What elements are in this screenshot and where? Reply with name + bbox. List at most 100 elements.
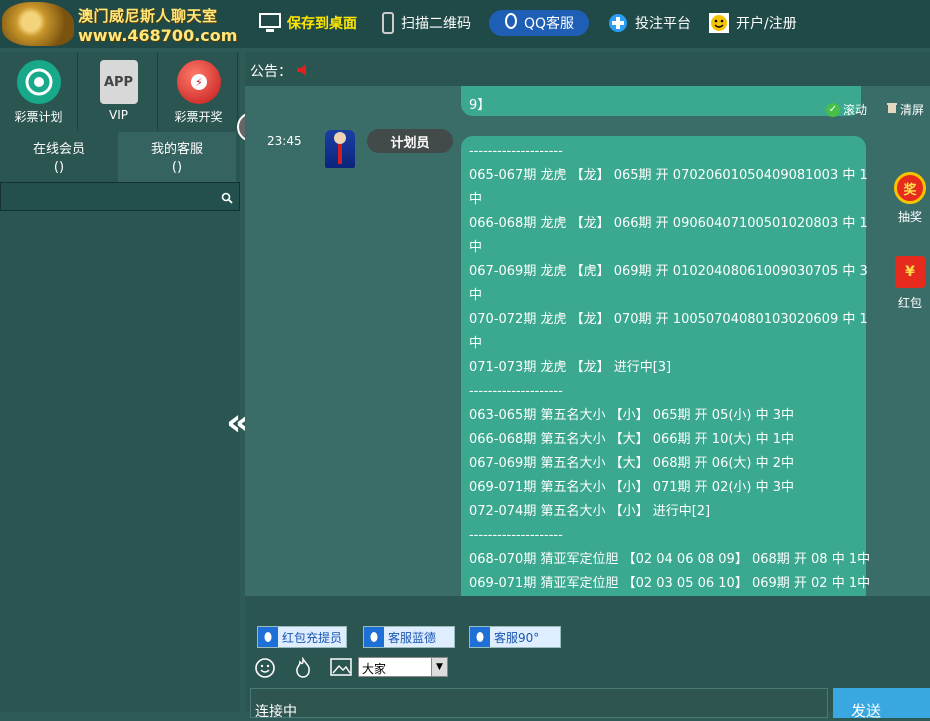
nav-register-label: 开户/注册 xyxy=(736,16,797,32)
message-line: 066-068期 龙虎 【龙】 066期 开 09060407100501020… xyxy=(469,216,868,231)
message-line: -------------------- xyxy=(469,144,563,159)
image-icon[interactable] xyxy=(330,657,352,681)
scroll-label: 滚动 xyxy=(843,103,868,117)
tab-my-service-label: 我的客服 xyxy=(150,142,203,157)
tile-vip-label: VIP xyxy=(109,108,128,122)
nav-scan-qr[interactable]: 扫描二维码 xyxy=(381,10,471,36)
sender-name[interactable]: 计划员 xyxy=(367,129,453,153)
message-line: -------------------- xyxy=(469,384,563,399)
tile-lottery-plan[interactable]: 彩票计划 xyxy=(0,52,78,130)
message-line: -------------------- xyxy=(469,528,563,543)
clear-label: 清屏 xyxy=(900,103,925,117)
message-line: 中 xyxy=(469,192,483,207)
message-line: 中 xyxy=(469,288,483,303)
message-line: 中 xyxy=(469,336,483,351)
svg-text:⚡: ⚡ xyxy=(195,76,203,89)
member-list xyxy=(0,212,240,712)
message-line: 066-068期 第五名大小 【大】 066期 开 10(大) 中 1中 xyxy=(469,432,795,447)
left-panel: 彩票计划 APP VIP ⚡ 彩票开奖 在线会员 () 我的客服 () xyxy=(0,52,240,712)
message-time: 23:45 xyxy=(267,134,302,148)
lottery-plan-icon xyxy=(16,60,61,104)
clear-screen-button[interactable]: 清屏 xyxy=(886,101,924,118)
nav-betting-label: 投注平台 xyxy=(635,16,691,32)
message-line: 063-065期 第五名大小 【小】 065期 开 05(小) 中 3中 xyxy=(469,408,795,423)
phone-icon xyxy=(381,12,395,34)
smiley-icon xyxy=(708,12,730,34)
message-line: 065-067期 龙虎 【龙】 065期 开 07020601050409081… xyxy=(469,168,868,183)
nav-save-label: 保存到桌面 xyxy=(287,16,357,32)
scroll-toggle[interactable]: ✓ 滚动 xyxy=(826,101,867,118)
red-envelope-icon: ¥ xyxy=(895,256,925,288)
feature-tiles: 彩票计划 APP VIP ⚡ 彩票开奖 xyxy=(0,52,240,130)
side-red-envelope-label: 红包 xyxy=(897,296,922,310)
chevron-down-icon: ▼ xyxy=(431,658,447,676)
message-line: 070-072期 龙虎 【龙】 070期 开 10050704080103020… xyxy=(469,312,868,327)
message-line: 071-073期 龙虎 【龙】 进行中[3] xyxy=(469,360,672,375)
message-line: 中 xyxy=(469,240,483,255)
logo-title: 澳门威尼斯人聊天室 xyxy=(78,7,218,25)
site-logo[interactable]: 澳门威尼斯人聊天室 www.468700.com xyxy=(0,0,240,48)
channel-select-value: 大家 xyxy=(362,662,387,676)
service-button-3-label: 客服90° xyxy=(494,630,540,645)
tab-online-members[interactable]: 在线会员 () xyxy=(0,132,118,182)
nav-qq-service[interactable]: QQ客服 xyxy=(489,10,589,36)
my-service-count: () xyxy=(171,160,183,175)
service-button-2-label: 客服蓝德 xyxy=(388,630,437,645)
tile-vip[interactable]: APP VIP xyxy=(80,52,158,130)
service-button-1-label: 红包充提员 xyxy=(282,630,343,645)
message-line: 069-071期 第五名大小 【小】 071期 开 02(小) 中 3中 xyxy=(469,480,795,495)
previous-message-bubble: 9】 xyxy=(461,86,861,116)
tab-my-service[interactable]: 我的客服 () xyxy=(118,132,236,182)
qq-icon xyxy=(364,627,384,647)
message-line: 067-069期 第五名大小 【大】 068期 开 06(大) 中 2中 xyxy=(469,456,795,471)
nav-betting-platform[interactable]: 投注平台 xyxy=(607,10,691,36)
tile-lottery-draw[interactable]: ⚡ 彩票开奖 xyxy=(160,52,238,130)
qq-icon xyxy=(258,627,278,647)
message-line: 067-069期 龙虎 【虎】 069期 开 01020408061009030… xyxy=(469,264,868,279)
send-button-label: 发送 xyxy=(851,702,882,720)
monitor-icon xyxy=(259,12,281,34)
channel-select[interactable]: 大家 ▼ xyxy=(358,657,448,677)
message-input-text: 连接中 xyxy=(255,704,297,720)
service-button-1[interactable]: 红包充提员 xyxy=(257,626,347,648)
avatar[interactable] xyxy=(325,130,355,168)
side-lottery-button[interactable]: 奖 抽奖 xyxy=(893,172,927,225)
send-button[interactable]: 发送 xyxy=(833,688,930,720)
nav-register[interactable]: 开户/注册 xyxy=(708,10,797,36)
message-input[interactable]: 连接中 xyxy=(250,688,828,720)
member-search-input[interactable] xyxy=(0,182,240,211)
nav-qq-label: QQ客服 xyxy=(523,16,575,32)
lion-logo-icon xyxy=(2,2,74,46)
message-line: 072-074期 第五名大小 【小】 进行中[2] xyxy=(469,504,711,519)
speaker-icon xyxy=(296,63,310,81)
search-icon[interactable] xyxy=(221,189,233,208)
plus-icon xyxy=(607,12,629,34)
right-side-strip xyxy=(885,86,930,596)
qq-icon xyxy=(470,627,490,647)
check-icon: ✓ xyxy=(826,102,840,117)
side-red-envelope-button[interactable]: ¥ 红包 xyxy=(893,256,927,311)
chat-area: 9】 23:45 计划员 -------------------- 065-067… xyxy=(245,86,885,596)
message-lines: -------------------- 065-067期 龙虎 【龙】 065期… xyxy=(469,140,871,596)
notice-label: 公告： xyxy=(250,64,292,80)
tile-lottery-plan-label: 彩票计划 xyxy=(14,110,63,124)
side-lottery-label: 抽奖 xyxy=(897,210,922,224)
emoji-icon[interactable] xyxy=(254,657,276,683)
message-line: 069-071期 猜亚军定位胆 【02 03 05 06 10】 069期 开 … xyxy=(469,576,871,591)
message-line: 068-070期 猜亚军定位胆 【02 04 06 08 09】 068期 开 … xyxy=(469,552,871,567)
message-bubble: -------------------- 065-067期 龙虎 【龙】 065期… xyxy=(461,136,871,596)
tab-online-members-label: 在线会员 xyxy=(32,142,85,157)
nav-save-desktop[interactable]: 保存到桌面 xyxy=(259,10,357,36)
logo-url: www.468700.com xyxy=(78,26,238,45)
top-bar: 澳门威尼斯人聊天室 www.468700.com 保存到桌面 扫描二维码 QQ客… xyxy=(0,0,930,48)
service-button-2[interactable]: 客服蓝德 xyxy=(363,626,455,648)
lottery-draw-icon: ⚡ xyxy=(176,60,221,104)
qq-icon xyxy=(504,13,518,33)
app-icon: APP xyxy=(99,60,138,104)
flame-icon[interactable] xyxy=(292,656,314,683)
lottery-icon: 奖 xyxy=(894,172,926,204)
service-button-3[interactable]: 客服90° xyxy=(469,626,561,648)
trash-icon xyxy=(886,102,898,117)
nav-scan-label: 扫描二维码 xyxy=(401,16,471,32)
member-tabs: 在线会员 () 我的客服 () xyxy=(0,132,240,182)
